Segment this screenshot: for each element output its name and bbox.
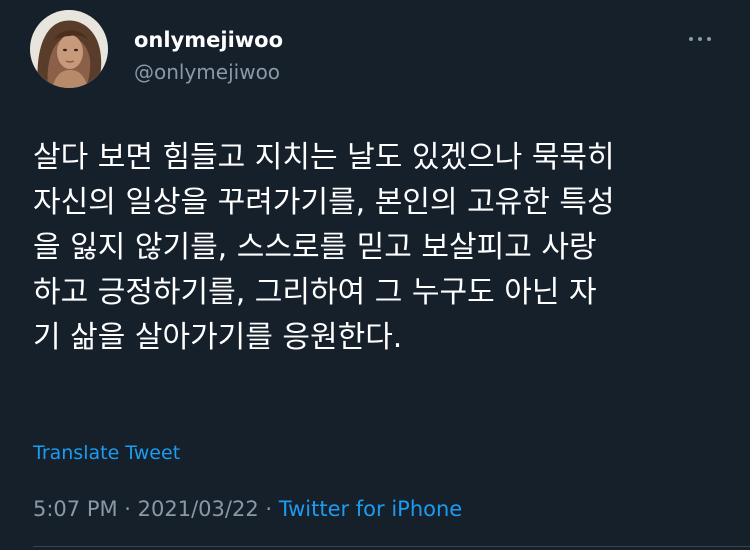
more-options-button[interactable] (680, 24, 720, 54)
more-horizontal-icon (707, 37, 711, 41)
divider (33, 546, 750, 547)
translate-tweet-link[interactable]: Translate Tweet (33, 440, 180, 466)
more-horizontal-icon (689, 37, 693, 41)
tweet-date[interactable]: 2021/03/22 (138, 497, 259, 521)
profile-photo-icon (30, 10, 108, 88)
tweet-text-line: 하고 긍정하기를, 그리하여 그 누구도 아닌 자 (33, 275, 597, 310)
avatar[interactable] (30, 10, 108, 88)
more-horizontal-icon (698, 37, 702, 41)
display-name[interactable]: onlymejiwoo (134, 26, 283, 54)
tweet-text-line: 자신의 일상을 꾸려가기를, 본인의 고유한 특성 (33, 185, 615, 220)
tweet-card: onlymejiwoo @onlymejiwoo 살다 보면 힘들고 지치는 날… (0, 0, 750, 550)
meta-separator: · (117, 497, 138, 521)
tweet-metadata: 5:07 PM · 2021/03/22 · Twitter for iPhon… (33, 494, 462, 524)
tweet-text-line: 기 삶을 살아가기를 응원한다. (33, 320, 403, 355)
user-handle[interactable]: @onlymejiwoo (134, 58, 280, 86)
tweet-text-line: 살다 보면 힘들고 지치는 날도 있겠으나 묵묵히 (33, 140, 615, 175)
tweet-source-link[interactable]: Twitter for iPhone (279, 497, 463, 521)
tweet-text-line: 을 잃지 않기를, 스스로를 믿고 보살피고 사랑 (33, 230, 597, 265)
tweet-text: 살다 보면 힘들고 지치는 날도 있겠으나 묵묵히 자신의 일상을 꾸려가기를,… (33, 135, 733, 360)
tweet-time[interactable]: 5:07 PM (33, 497, 118, 521)
meta-separator: · (258, 497, 279, 521)
